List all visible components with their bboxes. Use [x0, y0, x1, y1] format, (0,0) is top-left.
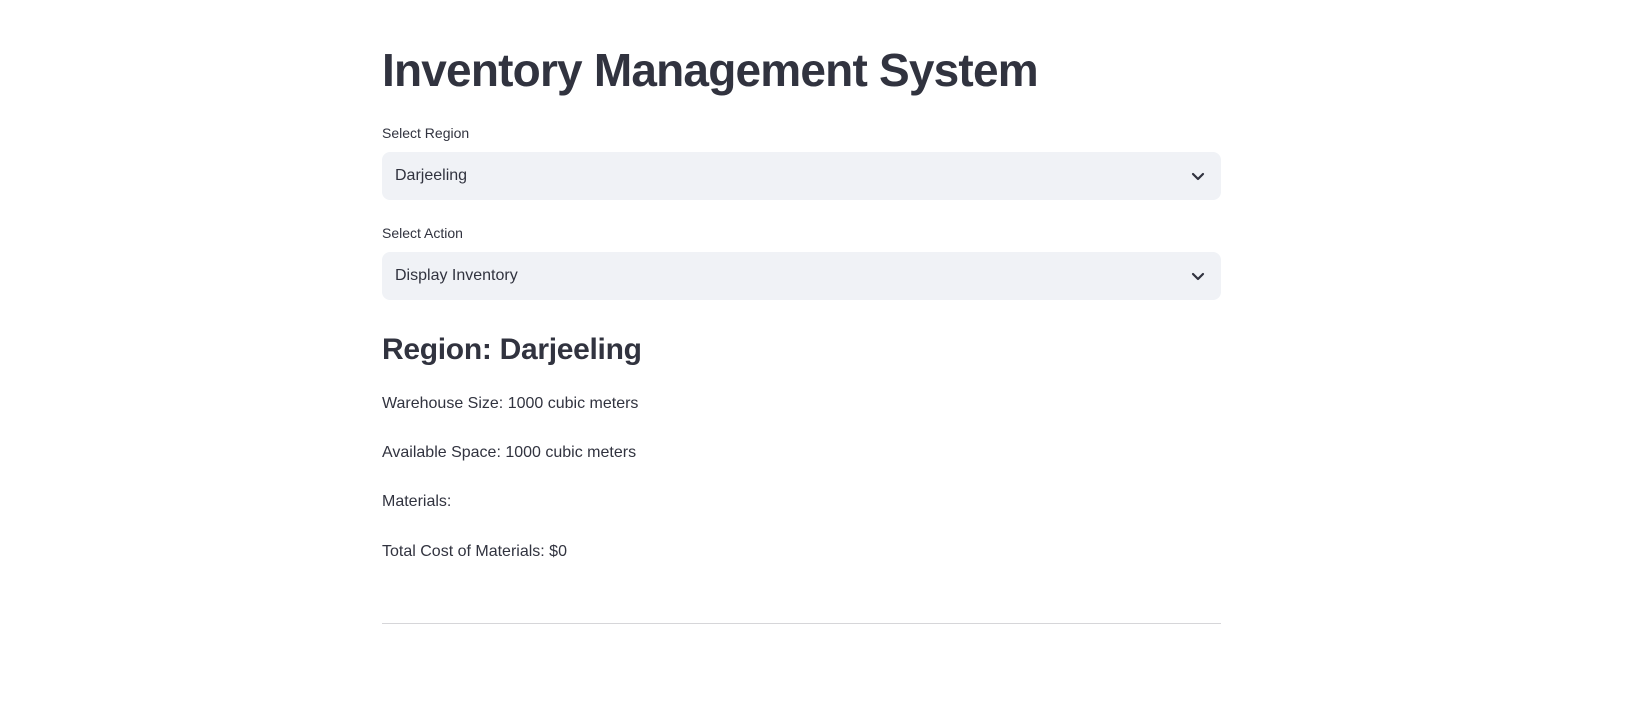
region-heading: Region: Darjeeling	[382, 333, 642, 366]
action-select-label: Select Action	[382, 225, 463, 241]
warehouse-size-text: Warehouse Size: 1000 cubic meters	[382, 395, 639, 412]
materials-text: Materials:	[382, 493, 452, 510]
action-select[interactable]: Display Inventory	[382, 252, 1221, 300]
region-select-label: Select Region	[382, 125, 470, 141]
page-title: Inventory Management System	[382, 44, 1039, 96]
available-space-text: Available Space: 1000 cubic meters	[382, 444, 637, 461]
region-select[interactable]: Darjeeling	[382, 152, 1221, 200]
total-cost-text: Total Cost of Materials: $0	[382, 543, 567, 560]
chevron-down-icon[interactable]	[1188, 166, 1208, 186]
action-select-value: Display Inventory	[395, 267, 518, 284]
divider	[382, 623, 1221, 624]
chevron-down-icon[interactable]	[1188, 266, 1208, 286]
region-select-value: Darjeeling	[395, 167, 468, 184]
